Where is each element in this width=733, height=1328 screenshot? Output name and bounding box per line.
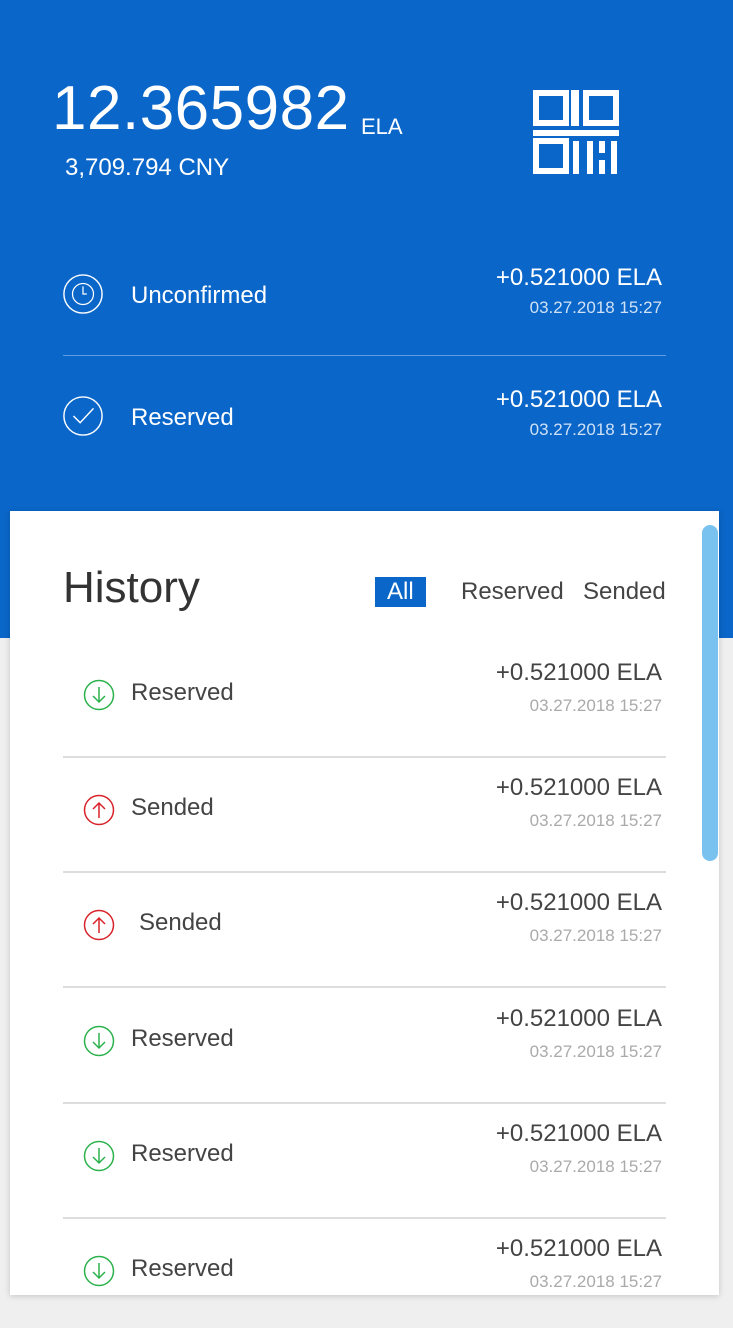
balance-unit: ELA: [361, 114, 403, 139]
balance-amount: 12.365982: [52, 74, 350, 143]
history-row[interactable]: Reserved +0.521000 ELA 03.27.2018 15:27: [63, 643, 666, 758]
divider: [63, 355, 666, 356]
history-row[interactable]: Sended +0.521000 ELA 03.27.2018 15:27: [63, 758, 666, 873]
row-divider: [63, 986, 666, 988]
history-row-time: 03.27.2018 15:27: [529, 1272, 662, 1291]
history-row-amount: +0.521000 ELA: [495, 889, 662, 916]
history-row[interactable]: Reserved +0.521000 ELA 03.27.2018 15:27: [63, 989, 666, 1104]
pending-amount: +0.521000 ELA: [495, 264, 662, 291]
filter-all[interactable]: All: [375, 577, 426, 607]
fiat-balance: 3,709.794 CNY: [65, 154, 230, 181]
history-card: History All Reserved Sended Reserved +0.…: [10, 511, 719, 1295]
pending-label: Unconfirmed: [131, 282, 268, 309]
history-row[interactable]: Reserved +0.521000 ELA 03.27.2018 15:27: [63, 1219, 666, 1295]
history-row-time: 03.27.2018 15:27: [529, 1157, 662, 1176]
pending-amount: +0.521000 ELA: [495, 386, 662, 413]
arrow-up-icon: [83, 909, 115, 941]
history-row-time: 03.27.2018 15:27: [529, 696, 662, 715]
history-row-amount: +0.521000 ELA: [495, 1005, 662, 1032]
check-icon: [63, 396, 103, 436]
arrow-down-icon: [83, 1255, 115, 1287]
history-row-label: Sended: [131, 794, 214, 821]
pending-time: 03.27.2018 15:27: [529, 420, 662, 439]
arrow-down-icon: [83, 1025, 115, 1057]
arrow-up-icon: [83, 794, 115, 826]
history-row-amount: +0.521000 ELA: [495, 774, 662, 801]
pending-time: 03.27.2018 15:27: [529, 298, 662, 317]
history-row-amount: +0.521000 ELA: [495, 1120, 662, 1147]
history-row[interactable]: Sended +0.521000 ELA 03.27.2018 15:27: [63, 873, 666, 988]
scrollbar[interactable]: [702, 525, 718, 861]
pending-row-unconfirmed[interactable]: Unconfirmed +0.521000 ELA 03.27.2018 15:…: [62, 264, 666, 324]
history-row-amount: +0.521000 ELA: [495, 659, 662, 686]
arrow-down-icon: [83, 679, 115, 711]
history-row-time: 03.27.2018 15:27: [529, 811, 662, 830]
history-title: History: [63, 563, 200, 612]
history-row-amount: +0.521000 ELA: [495, 1235, 662, 1262]
clock-icon: [63, 274, 103, 314]
history-row-label: Sended: [139, 909, 222, 936]
history-row-label: Reserved: [131, 679, 234, 706]
arrow-down-icon: [83, 1140, 115, 1172]
history-row-label: Reserved: [131, 1025, 234, 1052]
history-row[interactable]: Reserved +0.521000 ELA 03.27.2018 15:27: [63, 1104, 666, 1219]
history-row-label: Reserved: [131, 1255, 234, 1282]
history-row-time: 03.27.2018 15:27: [529, 1042, 662, 1061]
filter-reserved[interactable]: Reserved: [461, 577, 564, 607]
pending-label: Reserved: [131, 404, 234, 431]
pending-row-reserved[interactable]: Reserved +0.521000 ELA 03.27.2018 15:27: [62, 386, 666, 446]
history-row-time: 03.27.2018 15:27: [529, 926, 662, 945]
filter-sended[interactable]: Sended: [583, 577, 666, 607]
qr-code-icon[interactable]: [533, 90, 619, 174]
history-row-label: Reserved: [131, 1140, 234, 1167]
